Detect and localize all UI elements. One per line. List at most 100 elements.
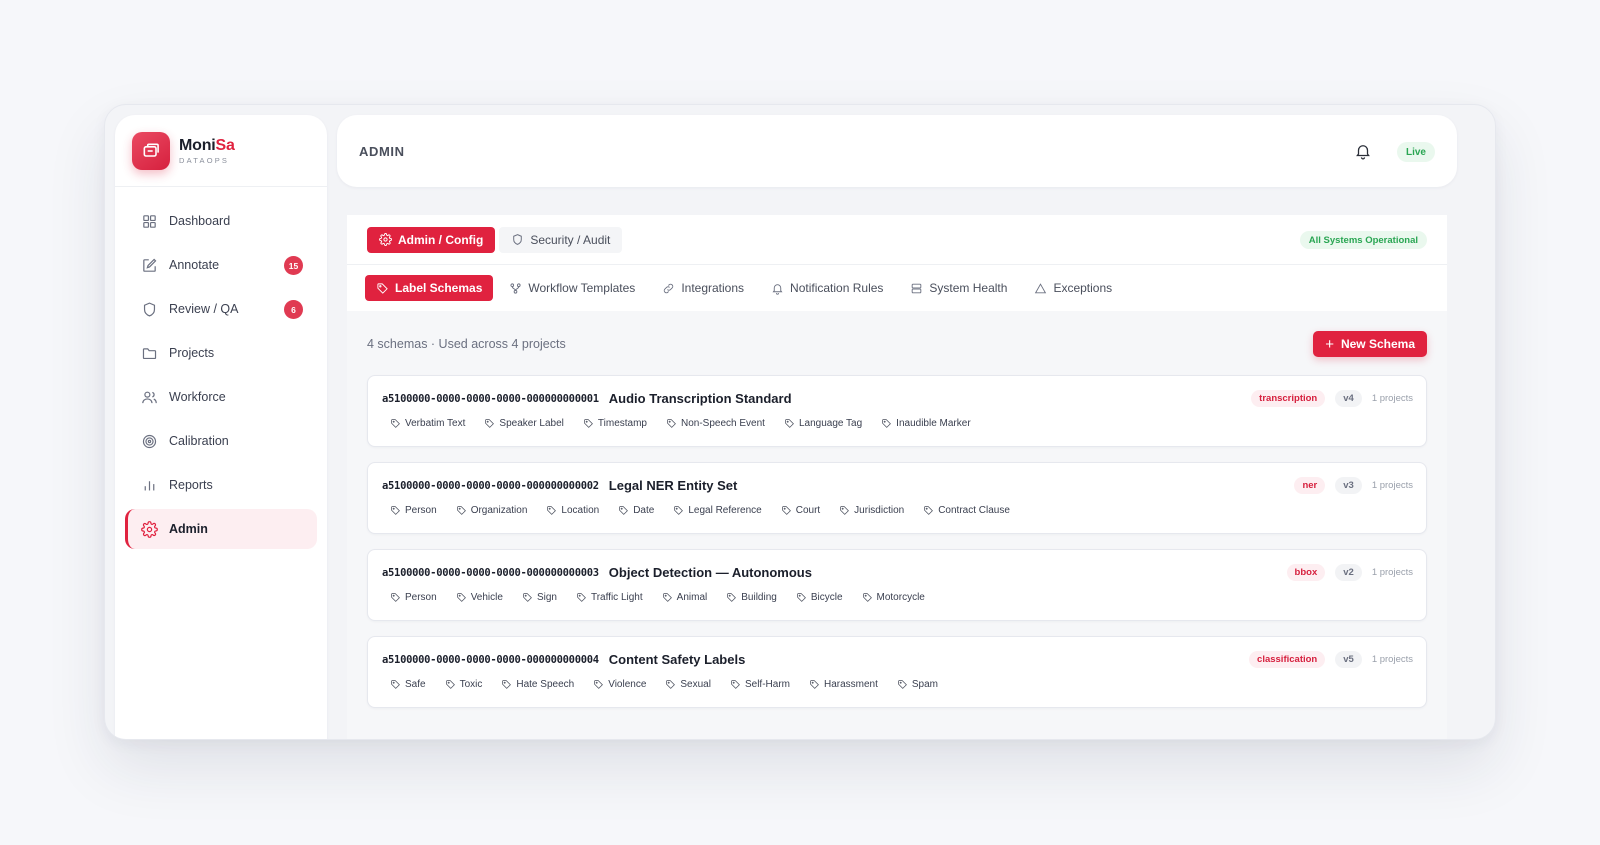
schema-version-badge: v3 <box>1335 477 1362 494</box>
tag-icon <box>667 419 676 428</box>
tab-label: Workflow Templates <box>528 281 636 295</box>
tag-icon <box>377 282 388 294</box>
sidebar-item-annotate[interactable]: Annotate 15 <box>125 245 317 285</box>
tag-label: Person <box>405 505 437 516</box>
sidebar-item-calibration[interactable]: Calibration <box>125 421 317 461</box>
schema-version-badge: v2 <box>1335 564 1362 581</box>
tag-icon <box>727 593 737 602</box>
tag-label: Safe <box>405 679 426 690</box>
schema-label-tag: Person <box>390 505 437 516</box>
count-badge: 6 <box>284 300 303 319</box>
tab-label: Integrations <box>681 281 745 295</box>
schema-card[interactable]: a5100000-0000-0000-0000-000000000004 Cont… <box>367 636 1427 708</box>
tab-notification-rules[interactable]: Notification Rules <box>760 275 894 301</box>
notifications-button[interactable] <box>1354 142 1372 160</box>
shield-icon <box>513 234 523 245</box>
tag-label: Speaker Label <box>499 418 564 429</box>
workflow-icon <box>510 282 521 294</box>
tag-icon <box>502 680 512 689</box>
schema-type-badge: ner <box>1294 477 1326 494</box>
tag-label: Motorcycle <box>876 592 925 603</box>
schema-toolbar: 4 schemas · Used across 4 projects + New… <box>347 311 1447 375</box>
schema-type-badge: classification <box>1249 651 1326 668</box>
tag-icon <box>619 506 629 515</box>
sidebar-item-label: Dashboard <box>169 214 231 228</box>
schema-id: a5100000-0000-0000-0000-000000000004 <box>382 653 599 666</box>
tag-label: Harassment <box>823 679 878 690</box>
schema-project-count: 1 projects <box>1371 654 1413 665</box>
schema-label-tag: Harassment <box>809 679 878 690</box>
main-content: Admin / Config Security / Audit All Syst… <box>347 215 1447 739</box>
tag-label: Sexual <box>680 679 711 690</box>
target-icon <box>142 434 157 448</box>
sidebar-item-projects[interactable]: Projects <box>125 333 317 373</box>
tag-icon <box>731 680 740 689</box>
sidebar-item-workforce[interactable]: Workforce <box>125 377 317 417</box>
tag-label: Animal <box>676 592 708 603</box>
schema-name[interactable]: Content Safety Labels <box>609 652 746 667</box>
tag-icon <box>391 419 400 428</box>
tab-security-audit[interactable]: Security / Audit <box>499 226 623 253</box>
sidebar-item-admin[interactable]: Admin <box>125 509 317 549</box>
schema-name[interactable]: Audio Transcription Standard <box>609 391 792 406</box>
server-icon <box>912 283 922 293</box>
tag-icon <box>666 680 676 689</box>
schema-label-tag: Verbatim Text <box>390 418 465 429</box>
schema-label-tag: Date <box>618 505 654 516</box>
tag-icon <box>882 419 892 428</box>
brand[interactable]: MoniSa DATAOPS <box>115 115 327 187</box>
sidebar-item-review-qa[interactable]: Review / QA 6 <box>125 289 317 329</box>
tab-label: Notification Rules <box>790 281 884 295</box>
tab-integrations[interactable]: Integrations <box>651 275 755 301</box>
tag-label: Toxic <box>459 679 483 690</box>
tab-system-health[interactable]: System Health <box>899 275 1018 301</box>
tab-exceptions[interactable]: Exceptions <box>1023 275 1123 301</box>
schema-label-tag: Legal Reference <box>673 505 762 516</box>
schema-label-tag: Safe <box>390 679 426 690</box>
schema-card[interactable]: a5100000-0000-0000-0000-000000000003 Obje… <box>367 549 1427 621</box>
schema-label-tag: Non-Speech Event <box>666 418 765 429</box>
folder-icon <box>142 347 157 359</box>
tag-label: Self-Harm <box>744 679 790 690</box>
schema-label-tag: Building <box>726 592 777 603</box>
new-schema-button[interactable]: + New Schema <box>1313 331 1427 357</box>
tag-icon <box>584 419 593 428</box>
grid-icon <box>143 214 156 228</box>
tag-label: Sign <box>536 592 557 603</box>
sidebar-item-dashboard[interactable]: Dashboard <box>125 201 317 241</box>
brand-name: MoniSa <box>179 136 235 154</box>
tag-label: Language Tag <box>798 418 863 429</box>
schema-label-tag: Speaker Label <box>484 418 564 429</box>
button-label: New Schema <box>1340 337 1415 351</box>
count-badge: 15 <box>284 256 303 275</box>
shield-icon <box>143 301 156 317</box>
sidebar-item-label: Workforce <box>169 390 226 404</box>
sidebar-item-reports[interactable]: Reports <box>125 465 317 505</box>
tag-icon <box>391 506 400 515</box>
schema-label-tag: Organization <box>456 505 527 516</box>
tag-icon <box>662 593 672 602</box>
app-window: MoniSa DATAOPS Dashboard Annotate 15 Rev… <box>104 104 1496 740</box>
schema-label-tag: Motorcycle <box>862 592 925 603</box>
tab-workflow-templates[interactable]: Workflow Templates <box>498 275 646 301</box>
tag-icon <box>523 593 532 602</box>
sidebar-item-label: Projects <box>169 346 215 360</box>
sidebar-item-label: Admin <box>169 522 208 536</box>
tag-label: Jurisdiction <box>854 505 905 516</box>
schema-name[interactable]: Legal NER Entity Set <box>609 478 738 493</box>
sidebar-nav: Dashboard Annotate 15 Review / QA 6 Proj… <box>115 187 327 549</box>
schema-id: a5100000-0000-0000-0000-000000000002 <box>382 479 599 492</box>
sidebar-item-label: Calibration <box>169 434 229 448</box>
tag-icon <box>810 680 819 689</box>
tag-label: Building <box>741 592 777 603</box>
schema-card[interactable]: a5100000-0000-0000-0000-000000000001 Audi… <box>367 375 1427 447</box>
schema-name[interactable]: Object Detection — Autonomous <box>609 565 812 580</box>
schema-label-tag: Court <box>781 505 820 516</box>
tab-label-schemas[interactable]: Label Schemas <box>365 275 494 301</box>
tag-label: Timestamp <box>597 418 647 429</box>
sidebar-item-label: Review / QA <box>169 302 239 316</box>
tab-admin-config[interactable]: Admin / Config <box>367 226 496 253</box>
schema-summary: 4 schemas · Used across 4 projects <box>367 337 566 351</box>
schema-card[interactable]: a5100000-0000-0000-0000-000000000002 Lega… <box>367 462 1427 534</box>
schema-labels: Person Vehicle Sign Traffic Light Animal Buil… <box>390 592 944 603</box>
